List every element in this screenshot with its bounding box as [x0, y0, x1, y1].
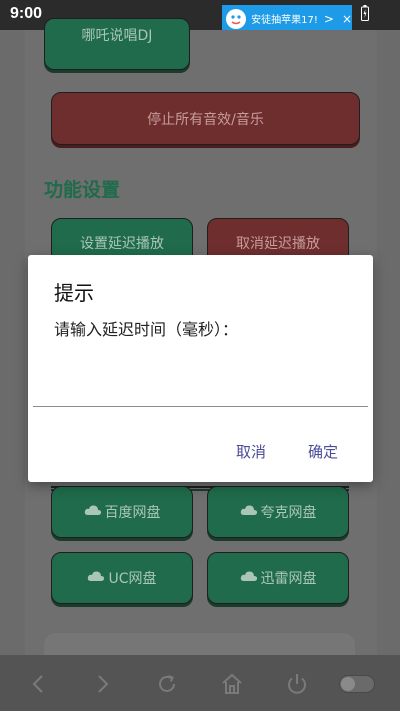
cloud-icon [84, 504, 102, 520]
toggle-knob [341, 677, 355, 691]
ad-arrow-icon[interactable]: > [324, 12, 334, 26]
dialog-title: 提示 [54, 281, 94, 305]
cloud-icon [240, 504, 258, 520]
back-icon[interactable] [27, 672, 51, 696]
baidu-pan-button[interactable]: 百度网盘 [51, 486, 193, 538]
cloud-icon [87, 570, 105, 586]
quark-pan-label: 夸克网盘 [260, 505, 317, 521]
cloud-icon [240, 570, 258, 586]
refresh-icon[interactable] [155, 672, 179, 696]
section-title: 功能设置 [44, 179, 121, 201]
stop-all-button[interactable]: 停止所有音效/音乐 [51, 92, 360, 145]
power-icon[interactable] [285, 672, 309, 696]
baidu-pan-label: 百度网盘 [104, 505, 161, 521]
cancel-button[interactable]: 取消 [236, 441, 266, 462]
top-sound-label: 哪吒说唱DJ [81, 28, 153, 44]
delay-input[interactable] [33, 365, 368, 407]
top-sound-button[interactable]: 哪吒说唱DJ [44, 18, 190, 70]
home-icon[interactable] [220, 672, 244, 696]
battery-icon [361, 5, 369, 25]
forward-icon[interactable] [90, 672, 114, 696]
bottom-card [44, 633, 355, 655]
cancel-delay-label: 取消延迟播放 [236, 236, 320, 252]
quark-pan-button[interactable]: 夸克网盘 [207, 486, 349, 538]
dialog-message: 请输入延迟时间（毫秒）： [54, 320, 239, 339]
uc-pan-label: UC网盘 [108, 571, 157, 587]
toggle-switch[interactable] [339, 675, 375, 693]
clock: 9:00 [10, 5, 43, 22]
ad-banner[interactable]: 安徒抽苹果17! > × [222, 5, 352, 32]
ok-button[interactable]: 确定 [308, 441, 338, 462]
stop-all-label: 停止所有音效/音乐 [147, 111, 264, 128]
prompt-dialog: 提示 请输入延迟时间（毫秒）： 取消 确定 [28, 255, 373, 482]
ad-close-icon[interactable]: × [342, 12, 352, 26]
set-delay-label: 设置延迟播放 [80, 236, 164, 252]
xunlei-pan-label: 迅雷网盘 [260, 571, 317, 587]
xunlei-pan-button[interactable]: 迅雷网盘 [207, 552, 349, 604]
ad-avatar-icon [222, 5, 249, 32]
ad-text: 安徒抽苹果17! [251, 15, 318, 26]
uc-pan-button[interactable]: UC网盘 [51, 552, 193, 604]
